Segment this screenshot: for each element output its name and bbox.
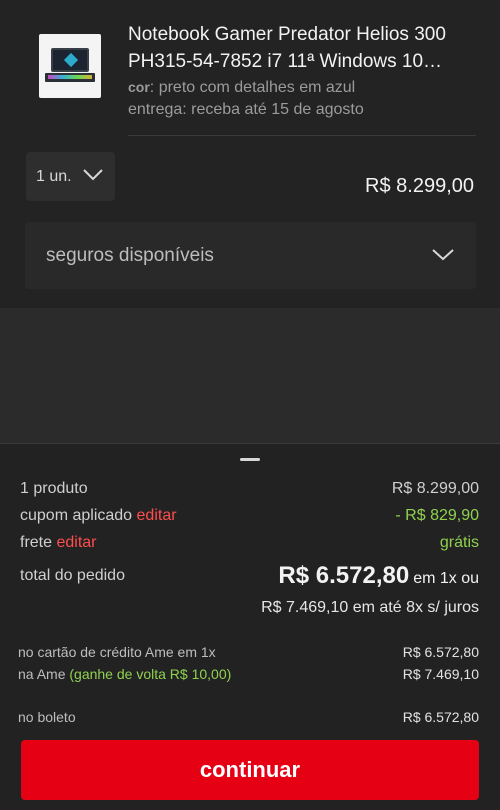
color-key: cor bbox=[128, 79, 150, 95]
total-value-wrap: R$ 6.572,80 em 1x ou bbox=[278, 562, 479, 590]
product-image[interactable] bbox=[39, 34, 101, 98]
item-price: R$ 8.299,00 bbox=[365, 175, 474, 197]
divider bbox=[128, 135, 476, 136]
order-summary-sheet: 1 produto R$ 8.299,00 cupom aplicado edi… bbox=[0, 443, 500, 810]
boleto-label: no boleto bbox=[18, 709, 76, 725]
card-value: R$ 6.572,80 bbox=[402, 644, 479, 660]
insurance-dropdown[interactable]: seguros disponíveis bbox=[25, 222, 476, 289]
color-value: : preto com detalhes em azul bbox=[149, 79, 356, 96]
coupon-discount-value: - R$ 829,90 bbox=[395, 507, 479, 524]
ame-label: na Ame bbox=[18, 666, 66, 682]
laptop-keyboard bbox=[45, 73, 95, 82]
total-label: total do pedido bbox=[20, 567, 125, 584]
product-title[interactable]: Notebook Gamer Predator Helios 300 PH315… bbox=[128, 21, 448, 75]
coupon-edit-link[interactable]: editar bbox=[137, 507, 177, 524]
products-value: R$ 8.299,00 bbox=[391, 480, 479, 497]
installments-text: R$ 7.469,10 em até 8x s/ juros bbox=[261, 599, 479, 616]
delivery-estimate: entrega: receba até 15 de agosto bbox=[128, 101, 364, 118]
quantity-select[interactable]: 1 un. bbox=[26, 152, 115, 201]
boleto-value: R$ 6.572,80 bbox=[402, 709, 479, 725]
shipping-label-wrap: frete editar bbox=[20, 534, 97, 552]
shipping-value: grátis bbox=[439, 534, 479, 551]
products-label: 1 produto bbox=[20, 480, 88, 497]
card-label: no cartão de crédito Ame em 1x bbox=[18, 644, 216, 660]
sheet-drag-handle[interactable] bbox=[240, 458, 260, 461]
cart-item-card: Notebook Gamer Predator Helios 300 PH315… bbox=[0, 0, 500, 308]
chevron-down-icon bbox=[432, 249, 454, 261]
shipping-edit-link[interactable]: editar bbox=[56, 534, 96, 551]
quantity-value: 1 un. bbox=[36, 167, 72, 185]
laptop-screen bbox=[51, 48, 89, 72]
product-color: cor: preto com detalhes em azul bbox=[128, 79, 355, 97]
ame-cashback: (ganhe de volta R$ 10,00) bbox=[69, 666, 232, 682]
laptop-image bbox=[45, 46, 95, 86]
total-suffix: em 1x ou bbox=[413, 570, 479, 587]
insurance-label: seguros disponíveis bbox=[46, 244, 214, 266]
coupon-label: cupom aplicado bbox=[20, 507, 133, 524]
ame-label-wrap: na Ame (ganhe de volta R$ 10,00) bbox=[18, 666, 231, 682]
total-value: R$ 6.572,80 bbox=[278, 562, 410, 589]
chevron-down-icon bbox=[83, 169, 103, 181]
coupon-label-wrap: cupom aplicado editar bbox=[20, 507, 177, 525]
continue-button[interactable]: continuar bbox=[21, 740, 479, 800]
shipping-label: frete bbox=[20, 534, 53, 551]
ame-value: R$ 7.469,10 bbox=[402, 666, 479, 682]
empty-area bbox=[0, 308, 500, 444]
